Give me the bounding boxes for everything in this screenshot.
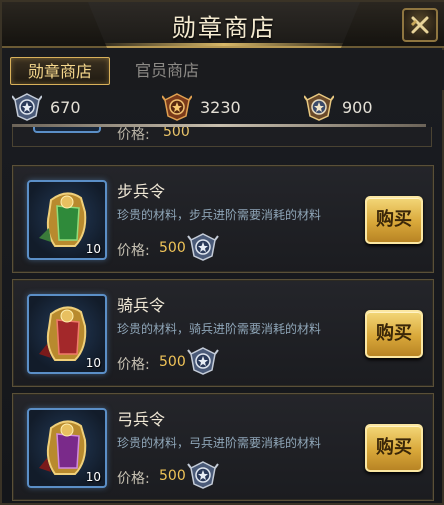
price-label: 价格: [117, 243, 150, 259]
price-label: 价格: [117, 127, 150, 143]
title-bar: 勋章商店 [2, 2, 444, 48]
price-value: 500 [159, 354, 186, 370]
tab-medal-shop[interactable]: 勋章商店 [10, 57, 110, 85]
item-thumbnail[interactable]: 10 [27, 294, 107, 374]
list-item-partial: 价格: 500 [12, 127, 432, 147]
buy-button[interactable]: 购买 [365, 424, 423, 472]
buy-button[interactable]: 购买 [365, 196, 423, 244]
buy-button[interactable]: 购买 [365, 310, 423, 358]
silver-medal-icon [187, 461, 219, 489]
gold-silver-medal-icon [304, 93, 334, 121]
bronze-medal-icon [162, 93, 192, 121]
item-description: 珍贵的材料，弓兵进阶需要消耗的材料 [117, 436, 322, 450]
item-name: 步兵令 [117, 182, 166, 201]
price-value: 500 [159, 468, 186, 484]
item-description: 珍贵的材料，步兵进阶需要消耗的材料 [117, 208, 322, 222]
item-description: 珍贵的材料，骑兵进阶需要消耗的材料 [117, 322, 322, 336]
item-thumbnail[interactable]: 10 [27, 408, 107, 488]
tab-officer-shop[interactable]: 官员商店 [122, 57, 212, 85]
currency-gold: 900 [304, 90, 373, 124]
price-label: 价格: [117, 357, 150, 373]
item-thumbnail[interactable]: 10 [27, 180, 107, 260]
close-icon [411, 16, 429, 34]
item-list[interactable]: 价格: 500 10 步兵令 珍贵的材料，步兵进阶需要消耗的材料 价格: 500 [2, 127, 444, 505]
list-item: 10 弓兵令 珍贵的材料，弓兵进阶需要消耗的材料 价格: 500 购买 [12, 393, 434, 501]
silver-medal-icon [187, 233, 219, 261]
shop-window: 勋章商店 勋章商店 官员商店 670 3230 900 价格: 500 10 步… [0, 0, 444, 505]
item-name: 弓兵令 [117, 410, 166, 429]
tab-bar: 勋章商店 官员商店 [2, 50, 444, 90]
currency-silver: 670 [12, 90, 81, 124]
list-item: 10 骑兵令 珍贵的材料，骑兵进阶需要消耗的材料 价格: 500 购买 [12, 279, 434, 387]
silver-medal-icon [187, 347, 219, 375]
list-item: 10 步兵令 珍贵的材料，步兵进阶需要消耗的材料 价格: 500 购买 [12, 165, 434, 273]
currency-bar: 670 3230 900 [2, 90, 444, 124]
price-value: 500 [163, 127, 190, 140]
item-name: 骑兵令 [117, 296, 166, 315]
price-label: 价格: [117, 471, 150, 487]
item-quantity: 10 [85, 356, 101, 370]
currency-bronze-value: 3230 [200, 97, 241, 117]
window-title: 勋章商店 [172, 14, 276, 42]
item-thumbnail-edge [33, 127, 101, 133]
price-value: 500 [159, 240, 186, 256]
close-button[interactable] [402, 8, 438, 42]
item-quantity: 10 [85, 242, 101, 256]
currency-gold-value: 900 [342, 97, 373, 117]
silver-medal-icon [12, 93, 42, 121]
item-quantity: 10 [85, 470, 101, 484]
currency-silver-value: 670 [50, 97, 81, 117]
currency-bronze: 3230 [162, 90, 241, 124]
